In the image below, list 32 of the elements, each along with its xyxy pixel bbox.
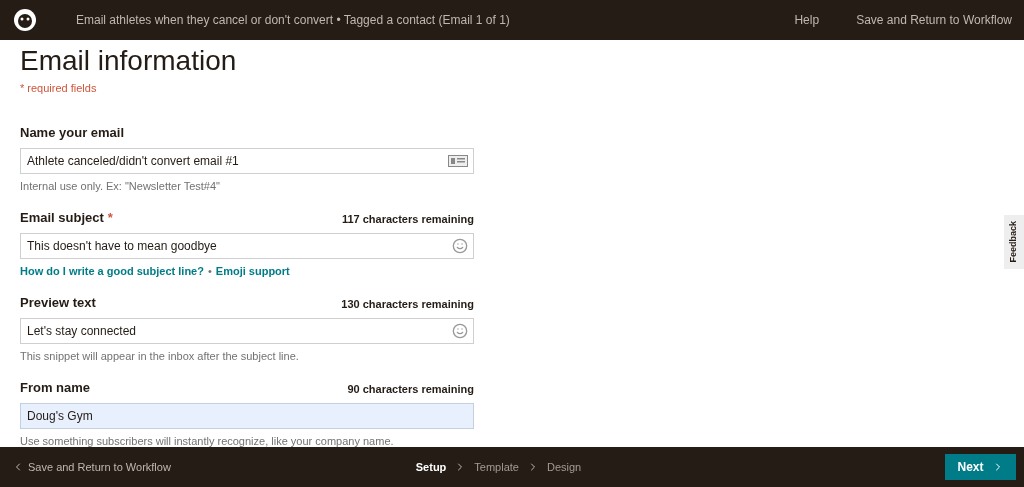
required-asterisk: *: [107, 208, 113, 227]
header-link[interactable]: Help: [794, 11, 820, 29]
step-tab[interactable]: Template: [474, 458, 519, 476]
field-hint: This snippet will appear in the inbox after the subject line.: [20, 349, 300, 364]
text-field[interactable]: Let's stay connected: [20, 318, 474, 344]
back-link[interactable]: Save and Return to Workflow: [12, 458, 312, 476]
emoji-icon[interactable]: [452, 323, 468, 339]
id-card-icon: [448, 155, 468, 167]
text-field[interactable]: Doug's Gym: [20, 403, 474, 429]
emoji-icon[interactable]: [452, 238, 468, 254]
field-label: Email subject: [20, 208, 104, 227]
character-counter: 90 characters remaining: [347, 381, 474, 397]
character-counter: 130 characters remaining: [341, 296, 474, 312]
character-counter: 117 characters remaining: [341, 211, 474, 227]
text-field[interactable]: This doesn't have to mean goodbye: [20, 233, 474, 259]
subject-line-help-link[interactable]: How do I write a good subject line?: [20, 263, 204, 280]
next-button[interactable]: Next: [945, 454, 1016, 480]
required-note: * required fields: [20, 81, 98, 96]
step-tab[interactable]: Setup: [415, 458, 447, 476]
emoji-support-link[interactable]: Emoji support: [215, 263, 290, 280]
step-tab[interactable]: Design: [546, 458, 582, 476]
field-label: From name: [20, 378, 91, 397]
page-title: Email information: [20, 44, 238, 78]
field-hint: Internal use only. Ex: "Newsletter Test#4": [20, 179, 221, 194]
field-label: Preview text: [20, 293, 96, 312]
separator-dot: •: [207, 264, 212, 279]
feedback-tab[interactable]: Feedback: [1004, 215, 1024, 269]
field-hint: Use something subscribers will instantly recognize, like your company name.: [20, 434, 395, 447]
header-link[interactable]: Save and Return to Workflow: [856, 11, 1012, 29]
field-label: Name your email: [20, 123, 125, 142]
workflow-title: Email athletes when they cancel or don't convert • Tagged a contact (Email 1 of 1): [76, 12, 511, 29]
text-field[interactable]: Athlete canceled/didn't convert email #1: [20, 148, 474, 174]
